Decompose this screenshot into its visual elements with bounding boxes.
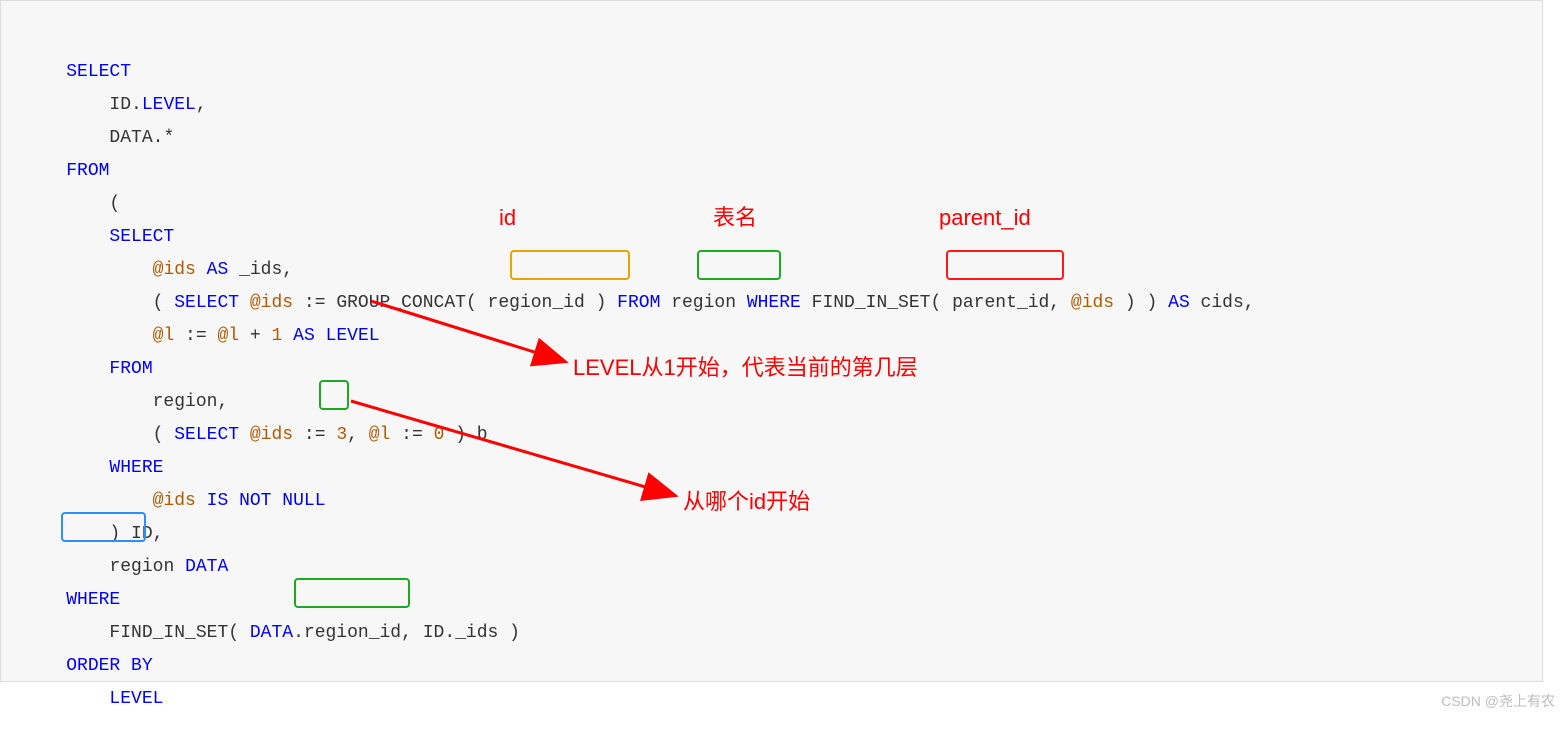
watermark: CSDN @尧上有农: [1441, 691, 1555, 711]
highlight-box-region-id2: [294, 578, 410, 608]
highlight-box-table: [697, 250, 781, 280]
highlight-box-region-id: [510, 250, 630, 280]
label-id: id: [499, 201, 516, 234]
code-line: LEVEL: [23, 650, 163, 749]
label-table: 表名: [713, 201, 757, 234]
code-block: SELECT ID.LEVEL, DATA.* FROM ( SELECT @i…: [0, 0, 1543, 682]
label-parent-id: parent_id: [939, 201, 1031, 234]
highlight-box-region-alias: [61, 512, 146, 542]
label-start-note: 从哪个id开始: [683, 485, 810, 518]
label-level-note: LEVEL从1开始，代表当前的第几层: [573, 351, 918, 384]
highlight-box-start-id: [319, 380, 349, 410]
highlight-box-parent-id: [946, 250, 1064, 280]
